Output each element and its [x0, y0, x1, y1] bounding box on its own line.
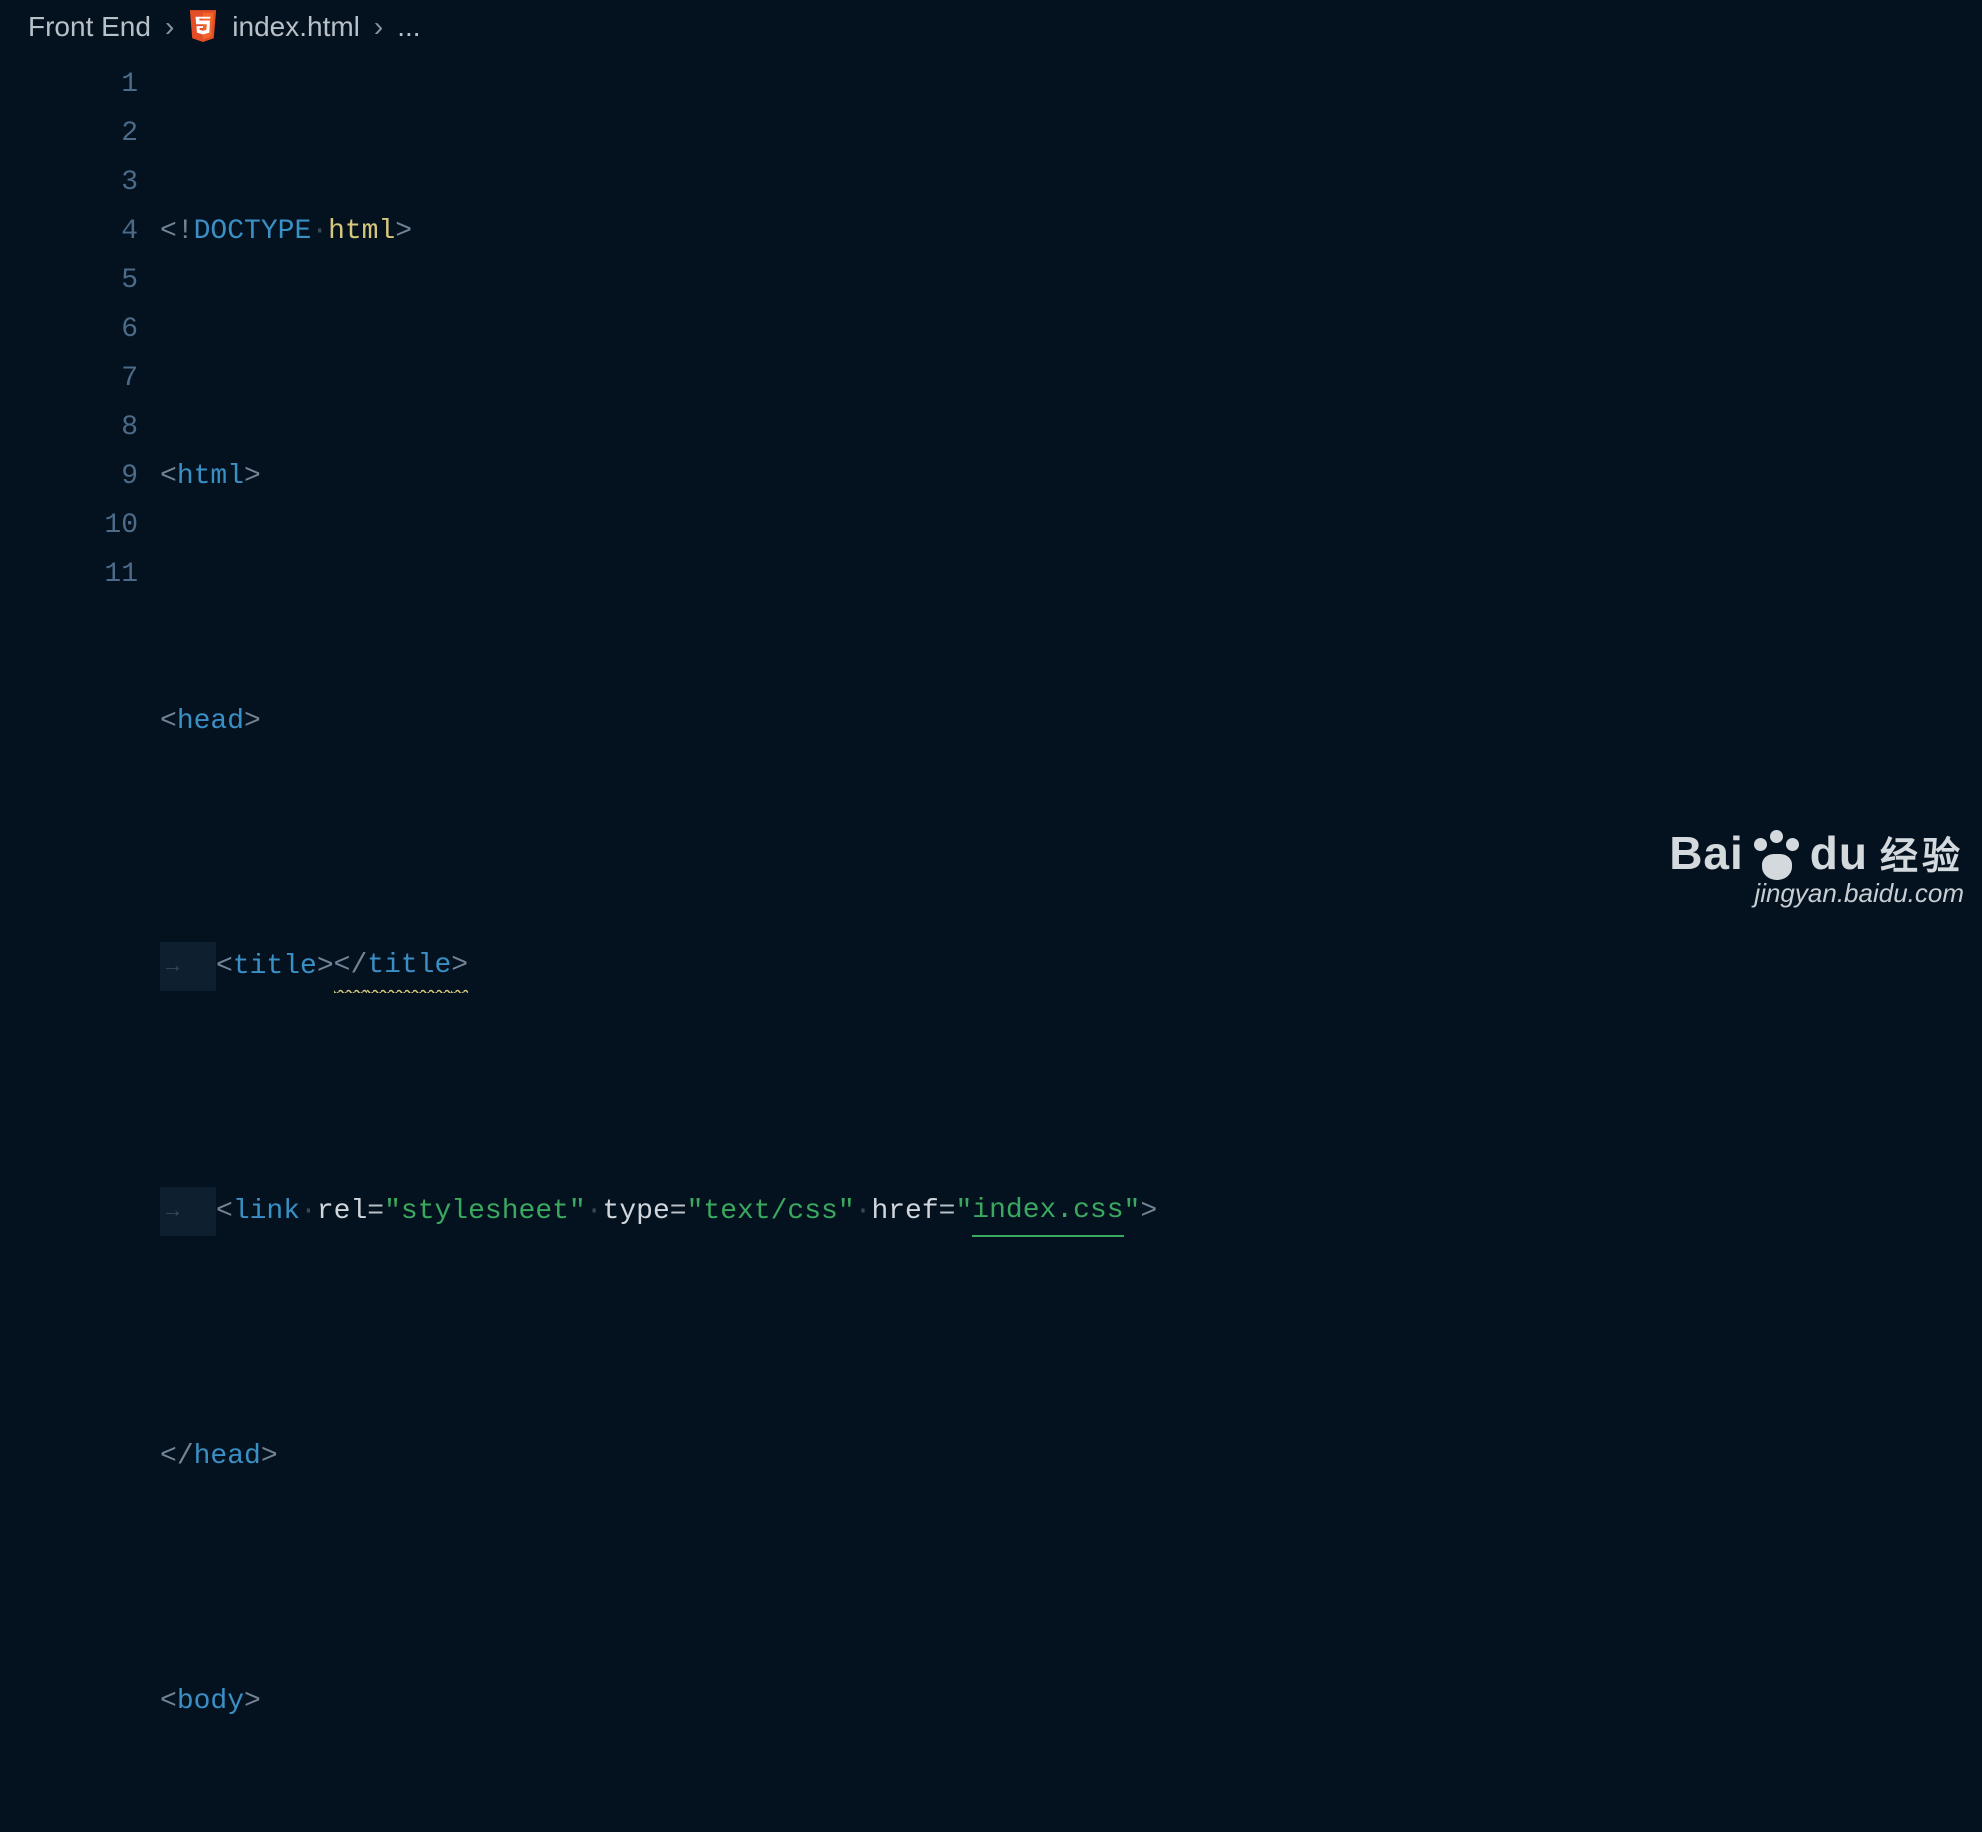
string-quote: ": [384, 1187, 401, 1236]
whitespace-dot: ·: [300, 1187, 317, 1236]
code-editor[interactable]: 1 2 3 4 5 6 7 8 9 10 11 <!DOCTYPE·html> …: [0, 54, 1982, 1832]
watermark: Bai du 经验 jingyan.baidu.com: [1669, 830, 1964, 906]
code-line[interactable]: <!DOCTYPE·html>: [160, 207, 1982, 256]
string-quote: ": [1124, 1187, 1141, 1236]
punct: <: [216, 942, 233, 991]
line-number: 11: [0, 550, 138, 599]
punct: >: [244, 697, 261, 746]
tag-token-warning: title: [367, 941, 451, 993]
tag-token: link: [233, 1187, 300, 1236]
code-line[interactable]: <html>: [160, 452, 1982, 501]
line-number-gutter: 1 2 3 4 5 6 7 8 9 10 11: [0, 60, 160, 1832]
code-line[interactable]: <body>: [160, 1677, 1982, 1726]
punct: <: [160, 207, 177, 256]
line-number: 4: [0, 207, 138, 256]
breadcrumb-file[interactable]: index.html: [232, 11, 360, 43]
punct: >: [395, 207, 412, 256]
breadcrumb-more[interactable]: ...: [397, 11, 420, 43]
tag-token: title: [233, 942, 317, 991]
breadcrumb[interactable]: Front End › index.html › ...: [0, 0, 1982, 54]
indent-guide: [160, 942, 216, 991]
tag-token: head: [177, 697, 244, 746]
whitespace-dot: ·: [586, 1187, 603, 1236]
watermark-url: jingyan.baidu.com: [1669, 880, 1964, 906]
line-number: 7: [0, 354, 138, 403]
tag-token: html: [177, 452, 244, 501]
doctype-root: html: [328, 207, 395, 256]
punct: /: [177, 1432, 194, 1481]
doctype-token: DOCTYPE: [194, 207, 312, 256]
punct: >: [317, 942, 334, 991]
string-token: stylesheet: [401, 1187, 569, 1236]
punct: =: [939, 1187, 956, 1236]
code-line[interactable]: <link·rel="stylesheet"·type="text/css"·h…: [160, 1187, 1982, 1236]
tag-token: head: [194, 1432, 261, 1481]
punct: >: [1140, 1187, 1157, 1236]
html5-icon: [188, 10, 218, 44]
string-quote: ": [687, 1187, 704, 1236]
code-line[interactable]: </head>: [160, 1432, 1982, 1481]
punct: =: [670, 1187, 687, 1236]
string-quote: ": [955, 1187, 972, 1236]
line-number: 1: [0, 60, 138, 109]
punct: <: [216, 1187, 233, 1236]
line-number: 5: [0, 256, 138, 305]
breadcrumb-folder[interactable]: Front End: [28, 11, 151, 43]
watermark-brand-left: Bai: [1669, 830, 1744, 876]
attr-token: type: [603, 1187, 670, 1236]
string-quote: ": [569, 1187, 586, 1236]
line-number: 2: [0, 109, 138, 158]
punct: >: [261, 1432, 278, 1481]
chevron-right-icon: ›: [165, 11, 174, 43]
punct: <: [160, 1432, 177, 1481]
line-number: 8: [0, 403, 138, 452]
code-line[interactable]: <head>: [160, 697, 1982, 746]
chevron-right-icon: ›: [374, 11, 383, 43]
punct: =: [367, 1187, 384, 1236]
line-number: 3: [0, 158, 138, 207]
line-number: 10: [0, 501, 138, 550]
punct-warning: /: [350, 941, 367, 993]
watermark-brand-right: du: [1810, 830, 1868, 876]
punct: >: [244, 1677, 261, 1726]
punct: >: [244, 452, 261, 501]
indent-guide: [160, 1187, 216, 1236]
code-area[interactable]: <!DOCTYPE·html> <html> <head> <title></t…: [160, 60, 1982, 1832]
line-number: 6: [0, 305, 138, 354]
punct-warning: >: [451, 941, 468, 993]
whitespace-dot: ·: [311, 207, 328, 256]
punct: <: [160, 697, 177, 746]
paw-icon: [1750, 830, 1804, 880]
string-quote: ": [838, 1187, 855, 1236]
tag-token: body: [177, 1677, 244, 1726]
whitespace-dot: ·: [855, 1187, 872, 1236]
punct: <: [160, 452, 177, 501]
punct: !: [177, 207, 194, 256]
code-line[interactable]: <title></title>: [160, 942, 1982, 991]
punct: <: [160, 1677, 177, 1726]
punct-warning: <: [334, 941, 351, 993]
watermark-cn: 经验: [1880, 838, 1964, 876]
string-link-token[interactable]: index.css: [972, 1186, 1123, 1237]
attr-token: rel: [317, 1187, 367, 1236]
attr-token: href: [871, 1187, 938, 1236]
line-number: 9: [0, 452, 138, 501]
string-token: text/css: [703, 1187, 837, 1236]
